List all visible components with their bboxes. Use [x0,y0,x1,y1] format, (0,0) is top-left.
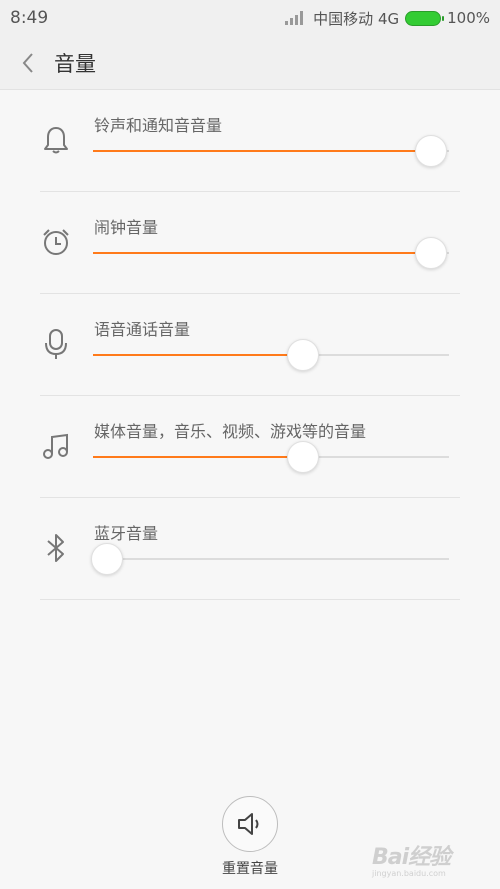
microphone-icon [40,294,72,394]
status-right: 中国移动 4G 100% [285,8,490,29]
slider-thumb[interactable] [287,339,320,371]
speaker-icon [222,796,278,852]
battery-percent: 100% [447,9,490,27]
slider-thumb[interactable] [91,543,124,575]
music-note-icon [40,396,72,496]
watermark-subtext: jingyan.baidu.com [372,869,446,878]
chevron-left-icon [22,52,33,73]
volume-label: 语音通话音量 [94,320,191,339]
bell-icon [40,90,72,190]
slider-thumb[interactable] [287,441,320,473]
volume-label: 铃声和通知音音量 [94,116,223,135]
status-time: 8:49 [10,8,49,28]
media-volume-slider[interactable] [93,441,449,473]
baidu-watermark: Bai经验 jingyan.baidu.com [372,839,492,883]
volume-label: 蓝牙音量 [94,524,159,543]
slider-fill [93,354,304,356]
slider-fill [93,150,432,152]
volume-row-bluetooth: 蓝牙音量 [40,498,460,600]
page-title: 音量 [54,51,96,76]
slider-thumb[interactable] [415,237,448,269]
volume-label: 闹钟音量 [94,218,159,237]
slider-track [93,558,449,560]
voice-call-volume-slider[interactable] [93,339,449,371]
slider-thumb[interactable] [415,135,448,167]
status-bar: 8:49 中国移动 4G 100% [0,0,500,36]
battery-icon [405,10,445,26]
volume-row-media: 媒体音量，音乐、视频、游戏等的音量 [40,396,460,498]
slider-fill [93,456,304,458]
volume-row-alarm: 闹钟音量 [40,192,460,294]
reset-volume-button[interactable]: 重置音量 [210,796,290,878]
volume-row-ringtone: 铃声和通知音音量 [40,90,460,192]
volume-row-voice-call: 语音通话音量 [40,294,460,396]
alarm-clock-icon [40,192,72,292]
reset-volume-label: 重置音量 [222,861,278,877]
slider-fill [93,252,432,254]
ringtone-volume-slider[interactable] [93,135,449,167]
back-button[interactable] [0,36,56,90]
header: 音量 [0,36,500,90]
volume-label: 媒体音量，音乐、视频、游戏等的音量 [94,422,367,441]
watermark-text: Bai经验 [372,845,451,870]
carrier-label: 中国移动 4G [313,9,400,28]
bluetooth-icon [40,498,72,598]
signal-icon [285,11,304,25]
bluetooth-volume-slider[interactable] [91,543,449,575]
alarm-volume-slider[interactable] [93,237,449,269]
